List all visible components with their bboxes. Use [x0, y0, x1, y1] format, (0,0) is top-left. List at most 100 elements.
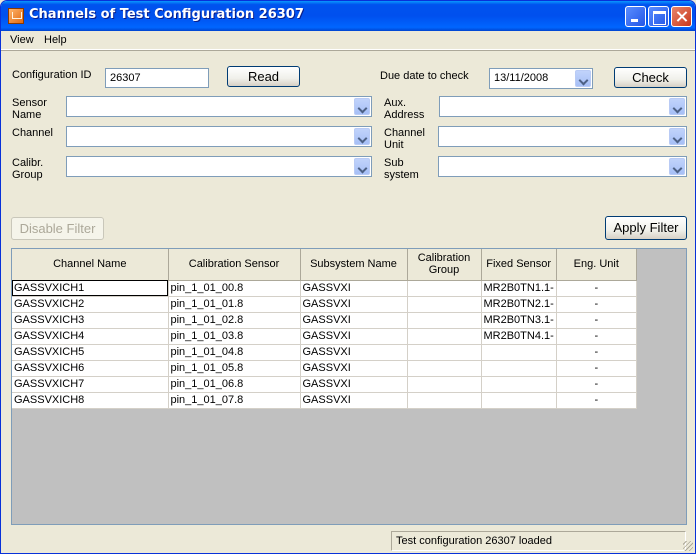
table-cell[interactable]: GASSVXICH7: [12, 376, 169, 393]
table-cell[interactable]: GASSVXI: [300, 392, 408, 409]
sensor-name-combo[interactable]: [66, 96, 372, 117]
table-row[interactable]: GASSVXICH1 pin_1_01_00.8 GASSVXI MR2B0TN1.1…: [12, 280, 637, 297]
table-row[interactable]: GASSVXICH3 pin_1_01_02.8 GASSVXI MR2B0TN3.1…: [12, 312, 637, 329]
sub-system-combo[interactable]: [438, 156, 687, 177]
channel-combo[interactable]: [66, 126, 372, 147]
chevron-down-icon[interactable]: [354, 98, 370, 115]
read-button[interactable]: Read: [227, 66, 300, 87]
column-header[interactable]: Calibration Group: [407, 249, 482, 281]
table-cell[interactable]: pin_1_01_06.8: [168, 376, 301, 393]
due-date-picker[interactable]: 13/11/2008: [489, 68, 593, 89]
close-button[interactable]: [671, 6, 692, 27]
table-cell[interactable]: pin_1_01_04.8: [168, 344, 301, 361]
sensor-name-label: Sensor Name: [12, 97, 47, 121]
table-cell[interactable]: -: [556, 344, 637, 361]
status-bar: Test configuration 26307 loaded: [1, 529, 695, 553]
table-cell[interactable]: GASSVXI: [300, 328, 408, 345]
chevron-down-icon[interactable]: [669, 128, 685, 145]
table-row[interactable]: GASSVXICH8 pin_1_01_07.8 GASSVXI -: [12, 392, 637, 409]
chevron-down-icon[interactable]: [669, 158, 685, 175]
table-cell[interactable]: [407, 328, 482, 345]
table-row[interactable]: GASSVXICH7 pin_1_01_06.8 GASSVXI -: [12, 376, 637, 393]
column-header[interactable]: Channel Name: [12, 249, 169, 281]
minimize-button[interactable]: [625, 6, 646, 27]
chevron-down-icon[interactable]: [669, 98, 685, 115]
table-cell[interactable]: -: [556, 392, 637, 409]
apply-filter-button[interactable]: Apply Filter: [605, 216, 687, 240]
disable-filter-button[interactable]: Disable Filter: [11, 217, 104, 240]
menu-bar: View Help: [1, 31, 695, 50]
channel-unit-combo[interactable]: [438, 126, 687, 147]
table-cell[interactable]: MR2B0TN3.1-: [481, 312, 557, 329]
table-cell[interactable]: GASSVXI: [300, 360, 408, 377]
table-cell[interactable]: GASSVXICH3: [12, 312, 169, 329]
chevron-down-icon[interactable]: [575, 70, 591, 87]
menu-help[interactable]: Help: [44, 34, 67, 46]
channels-grid[interactable]: Channel Name Calibration Sensor Subsyste…: [11, 248, 687, 525]
table-cell[interactable]: [407, 360, 482, 377]
table-cell[interactable]: GASSVXICH4: [12, 328, 169, 345]
table-cell[interactable]: -: [556, 360, 637, 377]
table-cell[interactable]: [481, 344, 557, 361]
table-cell[interactable]: GASSVXI: [300, 312, 408, 329]
table-cell[interactable]: GASSVXI: [300, 344, 408, 361]
table-cell[interactable]: MR2B0TN4.1-: [481, 328, 557, 345]
aux-address-combo[interactable]: [439, 96, 687, 117]
table-cell[interactable]: [481, 376, 557, 393]
table-cell[interactable]: [481, 392, 557, 409]
calibr-group-combo[interactable]: [66, 156, 372, 177]
chevron-down-icon[interactable]: [354, 128, 370, 145]
table-cell[interactable]: pin_1_01_03.8: [168, 328, 301, 345]
grid-header: Channel Name Calibration Sensor Subsyste…: [12, 249, 637, 281]
table-cell[interactable]: -: [556, 328, 637, 345]
table-cell[interactable]: GASSVXICH1: [12, 280, 169, 297]
table-cell[interactable]: MR2B0TN1.1-: [481, 280, 557, 297]
table-cell[interactable]: pin_1_01_05.8: [168, 360, 301, 377]
column-header[interactable]: Subsystem Name: [300, 249, 408, 281]
calibr-group-label: Calibr. Group: [12, 157, 44, 181]
check-button[interactable]: Check: [614, 67, 687, 88]
table-cell[interactable]: -: [556, 376, 637, 393]
table-cell[interactable]: pin_1_01_07.8: [168, 392, 301, 409]
table-row[interactable]: GASSVXICH2 pin_1_01_01.8 GASSVXI MR2B0TN2.1…: [12, 296, 637, 313]
table-cell[interactable]: -: [556, 312, 637, 329]
table-cell[interactable]: -: [556, 280, 637, 297]
chevron-down-icon[interactable]: [354, 158, 370, 175]
column-header[interactable]: Eng. Unit: [556, 249, 637, 281]
table-cell[interactable]: [407, 280, 482, 297]
table-cell[interactable]: MR2B0TN2.1-: [481, 296, 557, 313]
table-row[interactable]: GASSVXICH4 pin_1_01_03.8 GASSVXI MR2B0TN4.1…: [12, 328, 637, 345]
channel-label: Channel: [12, 127, 53, 139]
resize-grip-icon[interactable]: [683, 541, 693, 551]
table-row[interactable]: GASSVXICH5 pin_1_01_04.8 GASSVXI -: [12, 344, 637, 361]
table-cell[interactable]: pin_1_01_00.8: [168, 280, 301, 297]
table-cell[interactable]: -: [556, 296, 637, 313]
channel-unit-label: Channel Unit: [384, 127, 425, 151]
column-header[interactable]: Calibration Sensor: [168, 249, 301, 281]
table-cell[interactable]: GASSVXICH2: [12, 296, 169, 313]
main-window: Channels of Test Configuration 26307 Vie…: [0, 0, 696, 554]
column-header[interactable]: Fixed Sensor: [481, 249, 557, 281]
table-cell[interactable]: GASSVXI: [300, 296, 408, 313]
menu-view[interactable]: View: [10, 34, 34, 46]
table-cell[interactable]: [407, 312, 482, 329]
table-cell[interactable]: GASSVXI: [300, 280, 408, 297]
window-title: Channels of Test Configuration 26307: [29, 7, 304, 22]
table-cell[interactable]: [407, 296, 482, 313]
table-cell[interactable]: GASSVXICH6: [12, 360, 169, 377]
table-row[interactable]: GASSVXICH6 pin_1_01_05.8 GASSVXI -: [12, 360, 637, 377]
table-cell[interactable]: GASSVXI: [300, 376, 408, 393]
table-cell[interactable]: [407, 376, 482, 393]
maximize-button[interactable]: [648, 6, 669, 27]
table-cell[interactable]: GASSVXICH5: [12, 344, 169, 361]
table-cell[interactable]: [481, 360, 557, 377]
title-bar[interactable]: Channels of Test Configuration 26307: [1, 1, 695, 31]
table-cell[interactable]: pin_1_01_02.8: [168, 312, 301, 329]
config-id-input[interactable]: 26307: [105, 68, 209, 88]
due-date-value: 13/11/2008: [494, 72, 549, 84]
config-id-label: Configuration ID: [12, 69, 92, 81]
table-cell[interactable]: [407, 344, 482, 361]
table-cell[interactable]: [407, 392, 482, 409]
table-cell[interactable]: GASSVXICH8: [12, 392, 169, 409]
table-cell[interactable]: pin_1_01_01.8: [168, 296, 301, 313]
